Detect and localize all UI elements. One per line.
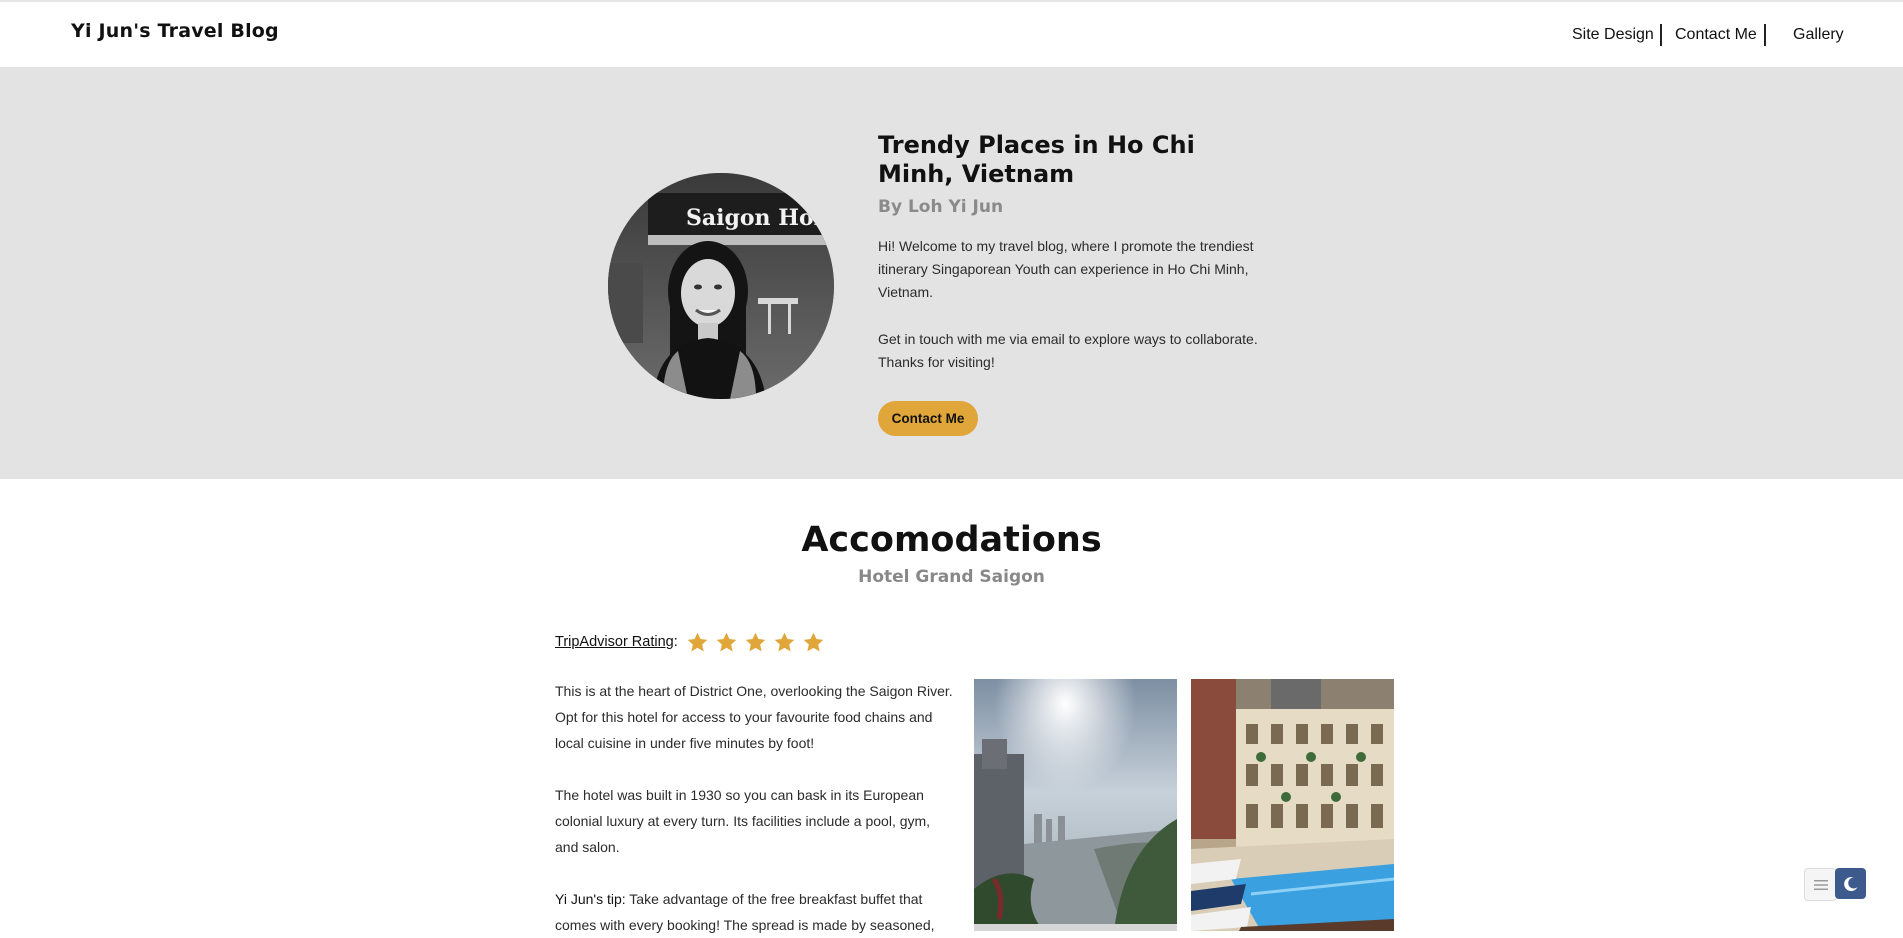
main-nav: Site Design Contact Me Gallery <box>1560 24 1860 46</box>
section-title: Accomodations <box>801 520 1102 560</box>
nav-divider <box>1764 24 1766 46</box>
star-icon <box>774 632 795 652</box>
hotel-pool-image <box>1191 679 1394 931</box>
author-avatar: Saigon Holiday <box>608 173 834 399</box>
section-subtitle: Hotel Grand Saigon <box>858 567 1045 587</box>
tip-label: Yi Jun's tip: <box>555 891 626 907</box>
hotel-tip: Yi Jun's tip: Take advantage of the free… <box>555 886 955 938</box>
hotel-pool-photo <box>1191 679 1394 931</box>
moon-icon <box>1843 876 1857 891</box>
sign-text: Saigon Holiday <box>686 205 834 231</box>
site-header: Yi Jun's Travel Blog Site Design Contact… <box>0 2 1903 67</box>
river-view-photo <box>974 679 1177 931</box>
rating-stars <box>686 631 825 654</box>
author-byline: By Loh Yi Jun <box>878 197 1004 217</box>
author-photo: Saigon Holiday <box>608 173 834 399</box>
menu-lines-icon <box>1813 879 1828 890</box>
contact-me-button[interactable]: Contact Me <box>878 401 978 436</box>
page-title: Trendy Places in Ho Chi Minh, Vietnam <box>878 131 1195 188</box>
star-icon <box>745 632 766 652</box>
rating-colon: : <box>673 634 678 650</box>
intro-paragraph: Hi! Welcome to my travel blog, where I p… <box>878 238 1254 300</box>
rating-label: TripAdvisor Rating: <box>555 634 678 650</box>
dark-mode-toggle[interactable] <box>1835 868 1866 899</box>
nav-site-design[interactable]: Site Design <box>1572 26 1654 44</box>
hero-section: Saigon Holiday Trendy Places in Ho Chi M… <box>0 67 1903 479</box>
nav-gallery[interactable]: Gallery <box>1793 26 1844 44</box>
nav-contact-me[interactable]: Contact Me <box>1675 26 1757 44</box>
star-icon <box>803 632 824 652</box>
menu-widget[interactable] <box>1804 868 1837 901</box>
river-view-image <box>974 679 1177 931</box>
hotel-history: The hotel was built in 1930 so you can b… <box>555 787 931 855</box>
star-icon <box>687 632 708 652</box>
nav-divider <box>1660 24 1662 46</box>
hotel-description: This is at the heart of District One, ov… <box>555 683 953 751</box>
tripadvisor-link[interactable]: TripAdvisor Rating <box>555 634 674 650</box>
contact-paragraph: Get in touch with me via email to explor… <box>878 331 1258 370</box>
star-icon <box>716 632 737 652</box>
site-logo[interactable]: Yi Jun's Travel Blog <box>71 20 279 42</box>
